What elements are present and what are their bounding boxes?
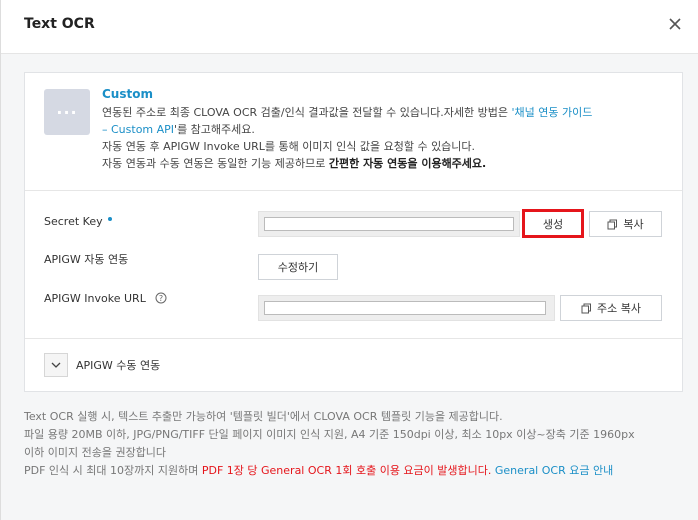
- pdf-charge-warning: PDF 1장 당 General OCR 1회 호출 이용 요금이 발생합니다.: [201, 464, 492, 477]
- help-icon[interactable]: ?: [155, 292, 167, 307]
- copy-secret-key-button[interactable]: 복사: [589, 211, 662, 237]
- apigw-manual-toggle[interactable]: APIGW 수동 연동: [44, 353, 160, 377]
- modal-title: Text OCR: [24, 16, 95, 32]
- invoke-url-field-wrap: [258, 295, 555, 321]
- required-dot-icon: [107, 217, 112, 221]
- note-line-2: 파일 용량 20MB 이하, JPG/PNG/TIFF 단일 페이지 이미지 인…: [24, 428, 635, 441]
- generate-secret-key-button[interactable]: 생성: [522, 209, 584, 238]
- ocr-pricing-link[interactable]: General OCR 요금 안내: [491, 464, 613, 477]
- apigw-auto-label: APIGW 자동 연동: [44, 253, 129, 266]
- secret-key-input[interactable]: [264, 217, 514, 231]
- more-dots-icon: ···: [44, 89, 90, 135]
- apigw-manual-label: APIGW 수동 연동: [76, 359, 161, 372]
- invoke-url-label: APIGW Invoke URL ?: [44, 292, 167, 307]
- copy-icon: [607, 219, 618, 230]
- secret-key-label: Secret Key: [44, 215, 112, 228]
- close-icon[interactable]: [668, 17, 684, 33]
- modal-header: Text OCR: [1, 0, 698, 54]
- custom-info: ··· Custom 연동된 주소로 최종 CLOVA OCR 검출/인식 결과…: [25, 73, 682, 191]
- custom-desc-line-1: 연동된 주소로 최종 CLOVA OCR 검출/인식 결과값을 전달할 수 있습…: [102, 106, 593, 119]
- chevron-down-icon[interactable]: [44, 353, 68, 377]
- text-ocr-modal: Text OCR ··· Custom 연동된 주소로 최종 CLOVA OCR…: [0, 0, 698, 520]
- edit-apigw-button[interactable]: 수정하기: [258, 254, 338, 280]
- svg-text:?: ?: [159, 294, 163, 303]
- invoke-url-input[interactable]: [264, 301, 546, 315]
- custom-desc-line-4: 자동 연동과 수동 연동은 동일한 기능 제공하므로 간편한 자동 연동을 이용…: [102, 157, 487, 170]
- copy-invoke-url-button[interactable]: 주소 복사: [560, 295, 662, 321]
- usage-notes: Text OCR 실행 시, 텍스트 추출만 가능하여 '템플릿 빌더'에서 C…: [24, 408, 694, 480]
- custom-api-link[interactable]: – Custom API: [102, 123, 174, 136]
- note-line-1: Text OCR 실행 시, 텍스트 추출만 가능하여 '템플릿 빌더'에서 C…: [24, 410, 503, 423]
- note-line-3: 이하 이미지 전송을 권장합니다: [24, 446, 167, 459]
- custom-description: Custom 연동된 주소로 최종 CLOVA OCR 검출/인식 결과값을 전…: [102, 87, 672, 172]
- copy-icon: [581, 303, 592, 314]
- divider: [25, 338, 682, 339]
- secret-key-field-wrap: [258, 211, 520, 237]
- note-line-4: PDF 인식 시 최대 10장까지 지원하며 PDF 1장 당 General …: [24, 464, 614, 477]
- custom-desc-line-3: 자동 연동 후 APIGW Invoke URL를 통해 이미지 인식 값을 요…: [102, 140, 476, 153]
- custom-desc-line-2: – Custom API'를 참고해주세요.: [102, 123, 255, 136]
- custom-title: Custom: [102, 87, 153, 101]
- channel-guide-link[interactable]: '채널 연동 가이드: [511, 106, 592, 119]
- custom-integration-card: ··· Custom 연동된 주소로 최종 CLOVA OCR 검출/인식 결과…: [24, 72, 683, 392]
